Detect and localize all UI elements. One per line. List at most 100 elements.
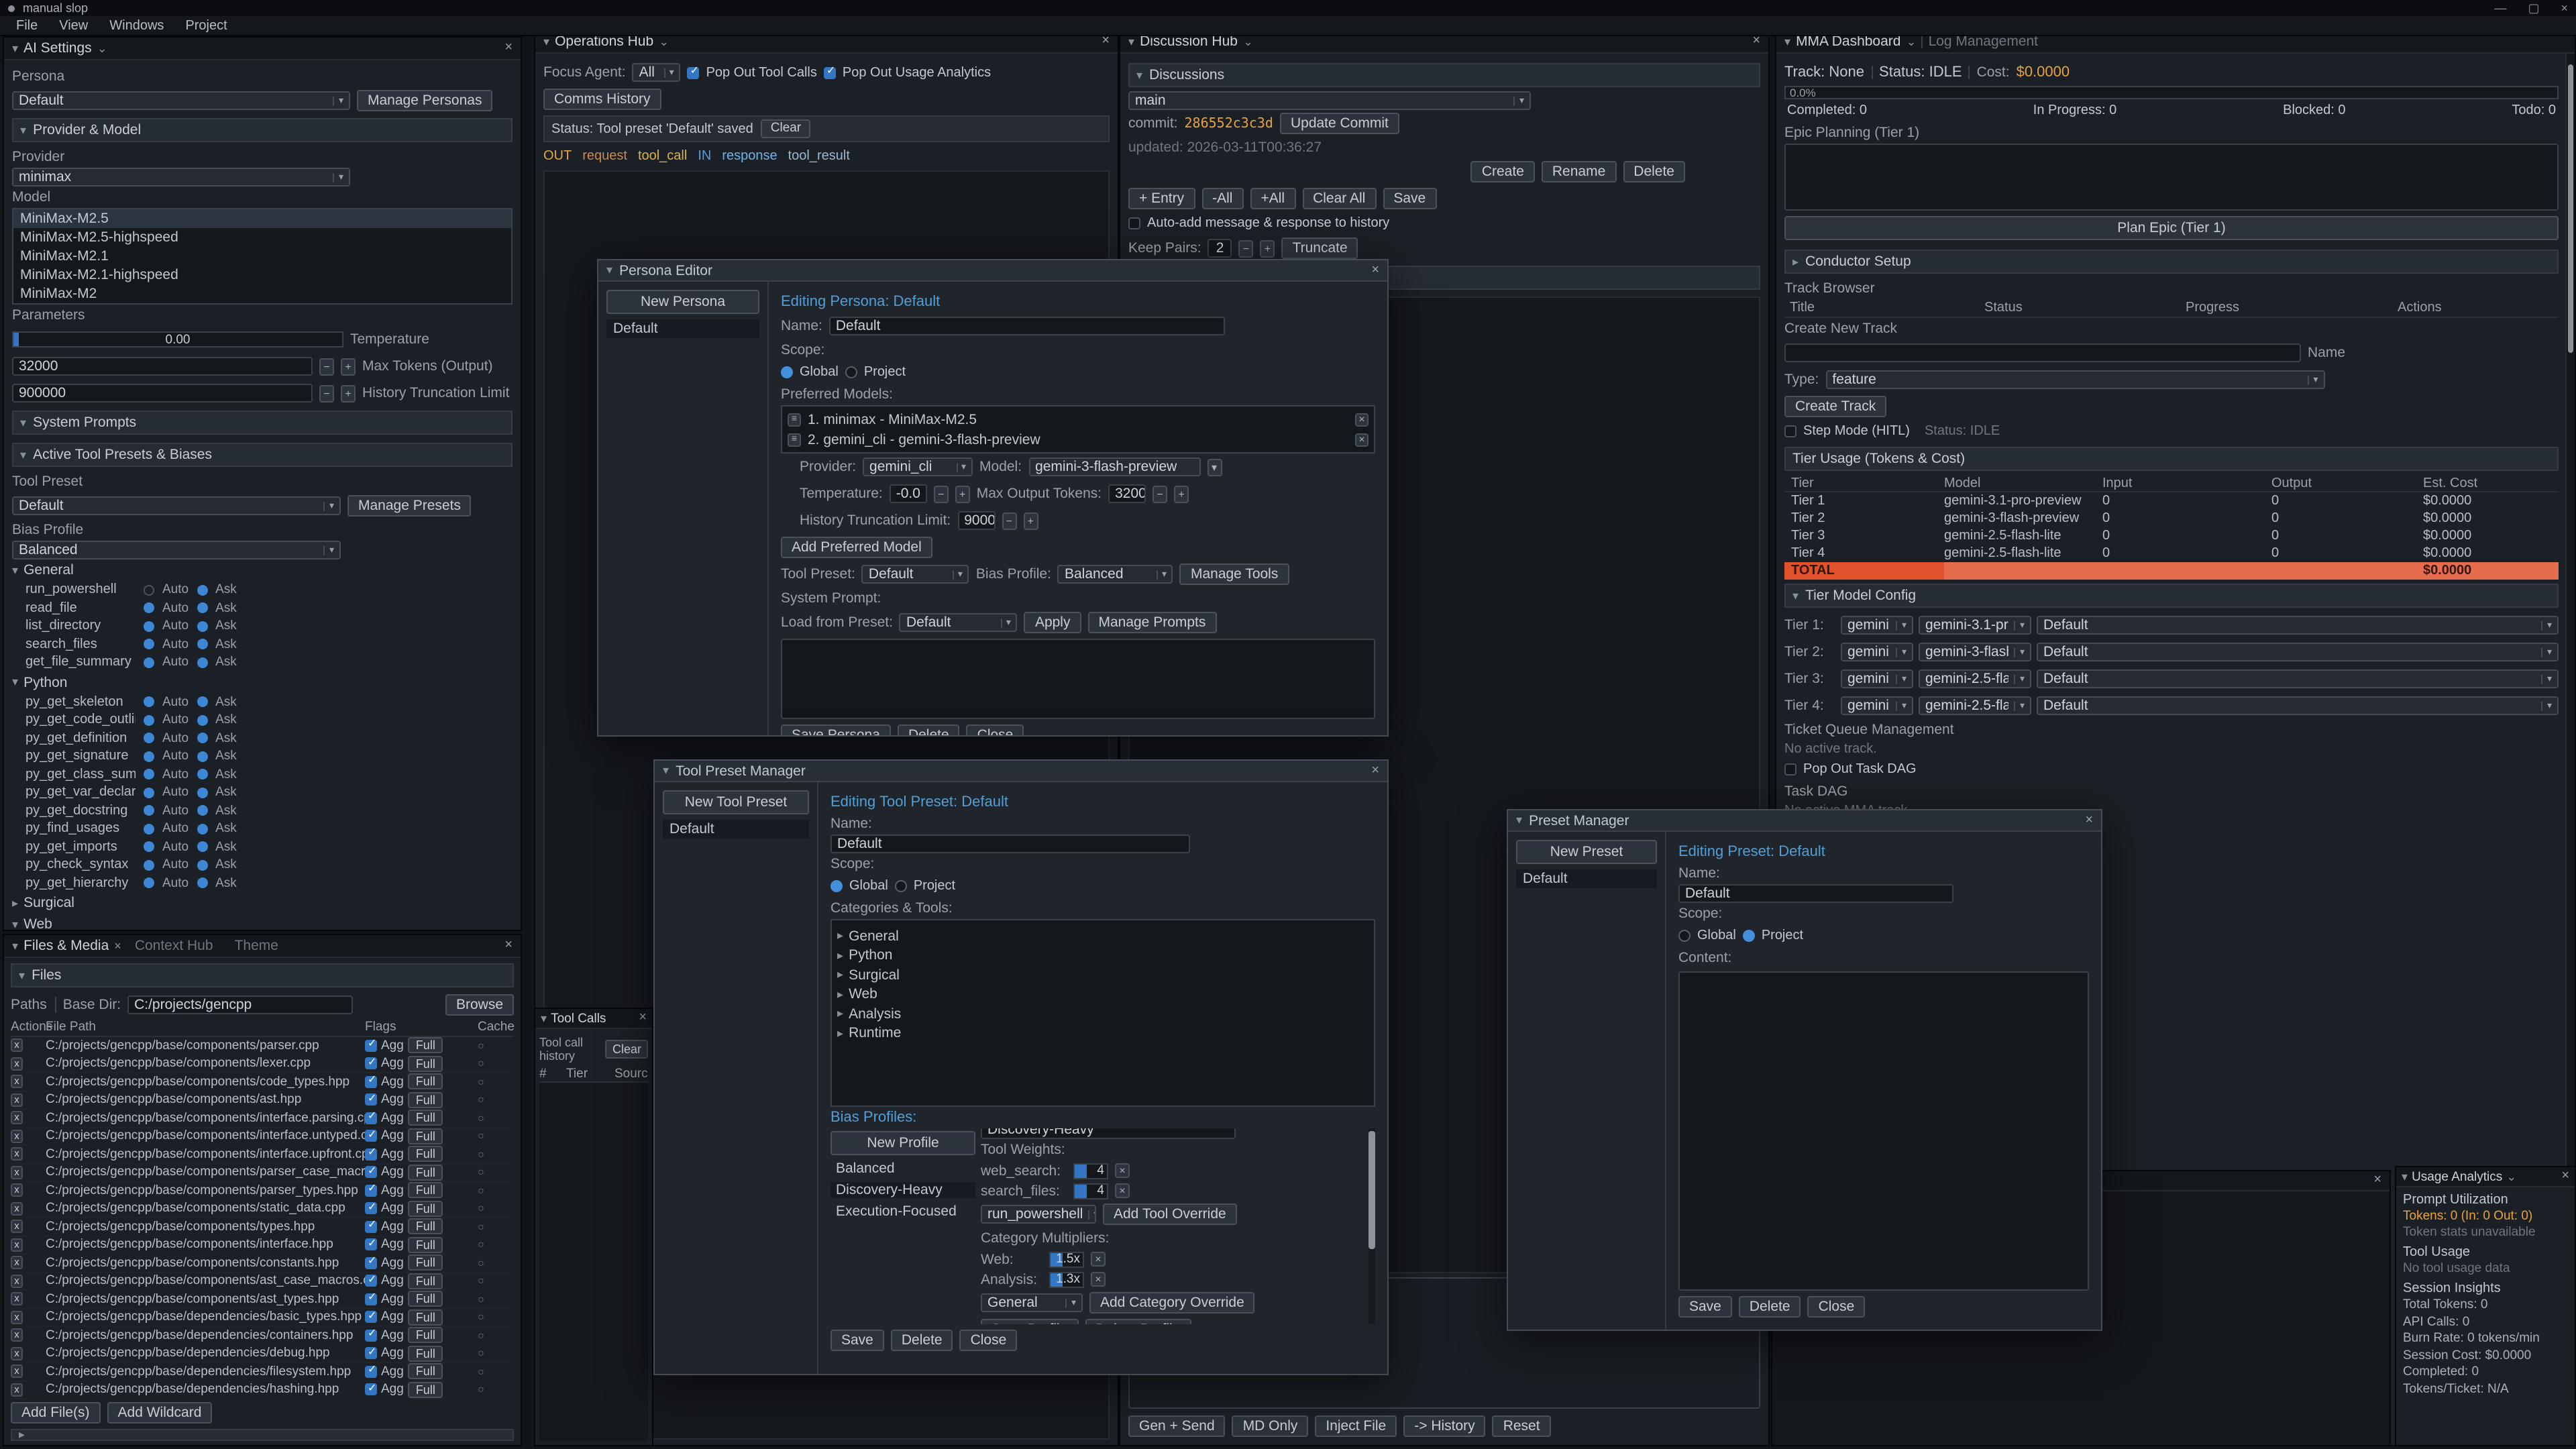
increment-button[interactable]: + xyxy=(1260,239,1275,257)
pe-bias-profile-select[interactable]: Balanced ▾ xyxy=(1058,565,1173,584)
keep-pairs-input[interactable]: 2 xyxy=(1208,239,1232,258)
model-list-item[interactable]: MiniMax-M2 xyxy=(13,284,511,303)
history-entry-button[interactable]: Clear All xyxy=(1302,188,1376,209)
tier-model-select[interactable]: gemini-3-flash-preview ▾ xyxy=(1919,643,2031,661)
panel-menu-icon[interactable]: ⌄ xyxy=(659,36,669,48)
full-button[interactable]: Full xyxy=(408,1092,443,1108)
tier-preset-select[interactable]: Default ▾ xyxy=(2037,669,2559,688)
agg-checkbox[interactable] xyxy=(365,1040,377,1052)
close-dialog-icon[interactable]: × xyxy=(1371,264,1379,277)
full-button[interactable]: Full xyxy=(408,1309,443,1326)
delete-button[interactable]: Delete xyxy=(1739,1296,1801,1318)
bias-profile-list-item[interactable]: Execution-Focused xyxy=(830,1203,975,1220)
close-icon[interactable]: × xyxy=(2561,1,2568,15)
bias-profile-list-item[interactable]: Discovery-Heavy xyxy=(830,1182,975,1198)
full-button[interactable]: Full xyxy=(408,1237,443,1253)
category-override-select[interactable]: General ▾ xyxy=(981,1293,1083,1312)
new-preset-button[interactable]: New Preset xyxy=(1516,840,1657,864)
agg-checkbox[interactable] xyxy=(365,1112,377,1124)
auto-toggle[interactable] xyxy=(144,715,154,726)
category-web[interactable]: ▾ Web xyxy=(12,916,513,931)
manage-presets-button[interactable]: Manage Presets xyxy=(347,495,472,517)
tier-model-select[interactable]: gemini-2.5-flash-lite ▾ xyxy=(1919,696,2031,715)
add-wildcard-button[interactable]: Add Wildcard xyxy=(107,1402,213,1424)
agg-checkbox[interactable] xyxy=(365,1275,377,1287)
auto-toggle[interactable] xyxy=(144,878,154,889)
profile-name-input[interactable]: Discovery-Heavy xyxy=(981,1128,1236,1139)
create-track-button[interactable]: Create Track xyxy=(1784,396,1886,417)
tier-model-config-section[interactable]: ▾ Tier Model Config xyxy=(1784,584,2559,608)
composer-button[interactable]: Reset xyxy=(1493,1415,1551,1437)
ask-toggle[interactable] xyxy=(197,751,207,762)
discussion-manage-button[interactable]: Rename xyxy=(1542,161,1616,182)
ask-toggle[interactable] xyxy=(197,639,207,650)
remove-file-button[interactable]: x xyxy=(11,1347,23,1360)
bias-profile-select[interactable]: Balanced ▾ xyxy=(12,541,341,559)
ask-toggle[interactable] xyxy=(197,603,207,614)
auto-toggle[interactable] xyxy=(144,697,154,708)
pe-tool-preset-select[interactable]: Default ▾ xyxy=(862,565,969,584)
tab-usage-analytics[interactable]: Usage Analytics xyxy=(2412,1169,2502,1184)
full-button[interactable]: Full xyxy=(408,1038,443,1054)
full-button[interactable]: Full xyxy=(408,1128,443,1144)
collapsed-section-bar[interactable]: ▸ xyxy=(11,1429,514,1441)
save-profile-button[interactable]: Save Profile xyxy=(981,1319,1078,1324)
remove-file-button[interactable]: x xyxy=(11,1202,23,1216)
close-dialog-icon[interactable]: × xyxy=(2085,814,2093,827)
close-panel-icon[interactable]: × xyxy=(2561,1170,2569,1183)
category-tree-item[interactable]: ▸ Analysis xyxy=(837,1006,1368,1022)
discussion-manage-button[interactable]: Delete xyxy=(1623,161,1685,182)
maximize-icon[interactable]: ▢ xyxy=(2528,1,2539,15)
remove-file-button[interactable]: x xyxy=(11,1365,23,1379)
plan-epic-button[interactable]: Plan Epic (Tier 1) xyxy=(1784,216,2559,240)
save-button[interactable]: Save xyxy=(1678,1296,1732,1318)
tab-files-media[interactable]: Files & Media xyxy=(23,938,109,954)
agg-checkbox[interactable] xyxy=(365,1221,377,1233)
drag-handle-icon[interactable]: ≡ xyxy=(788,433,801,446)
decrement-button[interactable]: − xyxy=(934,485,949,502)
auto-toggle[interactable] xyxy=(144,769,154,780)
conductor-setup-section[interactable]: ▸ Conductor Setup xyxy=(1784,250,2559,274)
decrement-button[interactable]: − xyxy=(1002,512,1016,529)
preset-name-input[interactable]: Default xyxy=(1678,884,1953,903)
scope-project-radio[interactable] xyxy=(845,366,857,378)
scrollbar-thumb[interactable] xyxy=(2568,64,2573,353)
manage-tools-button[interactable]: Manage Tools xyxy=(1180,564,1289,585)
composer-button[interactable]: Gen + Send xyxy=(1128,1415,1226,1437)
active-tools-section[interactable]: ▾ Active Tool Presets & Biases xyxy=(12,443,513,467)
full-button[interactable]: Full xyxy=(408,1255,443,1271)
model-list-item[interactable]: MiniMax-M2.5-highspeed xyxy=(13,228,511,247)
remove-file-button[interactable]: x xyxy=(11,1075,23,1089)
category-surgical[interactable]: ▸ Surgical xyxy=(12,895,513,911)
ask-toggle[interactable] xyxy=(197,842,207,853)
remove-file-button[interactable]: x xyxy=(11,1256,23,1270)
auto-toggle[interactable] xyxy=(144,657,154,668)
provider-select[interactable]: minimax ▾ xyxy=(12,168,350,186)
paths-label[interactable]: Paths xyxy=(11,997,56,1013)
ask-toggle[interactable] xyxy=(197,657,207,668)
category-tree-item[interactable]: ▸ General xyxy=(837,928,1368,944)
multiplier-value-input[interactable]: 1.3x xyxy=(1049,1271,1084,1287)
max-output-input[interactable]: 32000 xyxy=(1108,484,1146,503)
tier-preset-select[interactable]: Default ▾ xyxy=(2037,616,2559,635)
remove-multiplier-button[interactable]: × xyxy=(1091,1272,1106,1287)
tool-override-select[interactable]: run_powershell ▾ xyxy=(981,1205,1096,1224)
full-button[interactable]: Full xyxy=(408,1291,443,1307)
tab-tool-calls[interactable]: Tool Calls xyxy=(551,1011,606,1026)
delete-button[interactable]: Delete xyxy=(891,1330,953,1351)
persona-select[interactable]: Default ▾ xyxy=(12,91,350,110)
menu-item[interactable]: Windows xyxy=(99,18,174,33)
remove-file-button[interactable]: x xyxy=(11,1383,23,1397)
auto-toggle[interactable] xyxy=(144,788,154,798)
manage-prompts-button[interactable]: Manage Prompts xyxy=(1087,612,1216,633)
composer-button[interactable]: Inject File xyxy=(1315,1415,1397,1437)
agg-checkbox[interactable] xyxy=(365,1384,377,1396)
preferred-model-row[interactable]: ≡ 2. gemini_cli - gemini-3-flash-preview… xyxy=(785,429,1371,449)
full-button[interactable]: Full xyxy=(408,1183,443,1199)
tool-preset-name-input[interactable]: Default xyxy=(830,835,1190,853)
chevron-down-icon[interactable]: ▾ xyxy=(1128,36,1134,48)
pop-out-tool-calls-checkbox[interactable] xyxy=(688,66,700,78)
remove-model-button[interactable]: × xyxy=(1355,413,1368,426)
history-limit-input[interactable]: 900000 xyxy=(12,384,313,402)
tab-theme[interactable]: Theme xyxy=(235,938,278,954)
